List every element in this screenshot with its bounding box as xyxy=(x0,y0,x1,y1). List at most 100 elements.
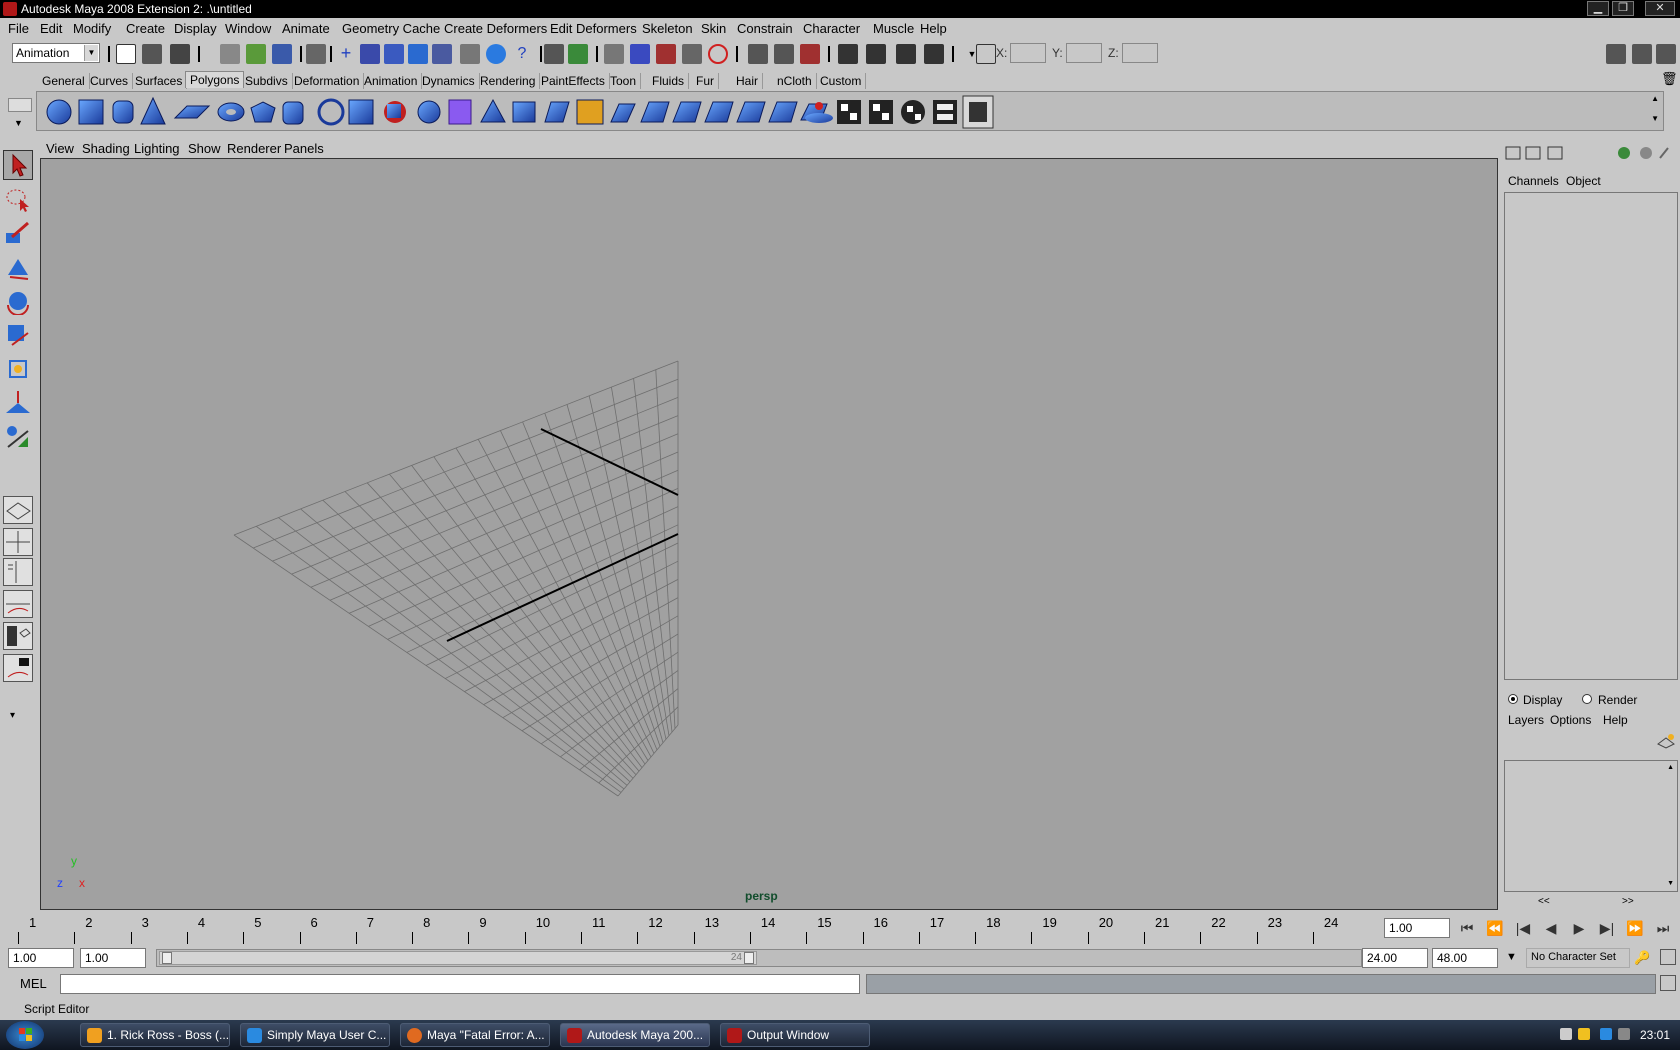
shelf-tab-painteffects[interactable]: PaintEffects xyxy=(537,73,610,89)
menu-animate[interactable]: Animate xyxy=(282,21,330,36)
go-to-end-button[interactable]: ⏭ xyxy=(1652,917,1674,939)
select-by-object-icon[interactable] xyxy=(246,44,266,64)
pin-icon[interactable] xyxy=(1659,147,1669,159)
playback-end-field[interactable]: 24.00 xyxy=(1362,948,1428,968)
construction-history-icon[interactable] xyxy=(800,44,820,64)
layers-menu-options[interactable]: Options xyxy=(1550,713,1591,727)
play-backwards-button[interactable]: ◀ xyxy=(1540,917,1562,939)
chamfer-icon[interactable] xyxy=(736,101,766,123)
shelf-tab-polygons[interactable]: Polygons xyxy=(185,71,245,88)
extrude-icon[interactable] xyxy=(512,101,536,123)
shelf-tab-animation[interactable]: Animation xyxy=(360,73,423,89)
select-handles-icon[interactable]: + xyxy=(336,44,356,64)
animation-start-field[interactable]: 1.00 xyxy=(8,948,74,968)
poly-cone-icon[interactable] xyxy=(140,96,166,125)
tool-settings-layout-icon[interactable] xyxy=(1547,146,1563,160)
render-settings-icon[interactable] xyxy=(924,44,944,64)
shelf-tab-ncloth[interactable]: nCloth xyxy=(773,73,817,89)
channel-list[interactable] xyxy=(1504,192,1678,680)
menu-edit-deformers[interactable]: Edit Deformers xyxy=(550,21,637,36)
layer-scroll-left-button[interactable]: << xyxy=(1538,896,1550,907)
four-view-layout-button[interactable] xyxy=(3,528,33,556)
select-dynamics-icon[interactable] xyxy=(460,44,480,64)
select-rendering-icon[interactable] xyxy=(486,44,506,64)
render-radio[interactable] xyxy=(1582,694,1592,704)
insert-edge-loop-icon[interactable] xyxy=(640,101,670,123)
spherical-mapping-icon[interactable] xyxy=(901,100,925,124)
shelf-tab-general[interactable]: General xyxy=(38,73,90,89)
tray-alert-icon[interactable] xyxy=(1578,1028,1590,1040)
select-deformations-icon[interactable] xyxy=(432,44,452,64)
perspective-viewport[interactable]: y z x persp xyxy=(40,158,1498,910)
render-view-icon[interactable] xyxy=(838,44,858,64)
channel-box-layout-icon[interactable] xyxy=(1505,146,1521,160)
render-current-frame-icon[interactable] xyxy=(866,44,886,64)
x-field[interactable] xyxy=(1010,43,1046,63)
select-by-hierarchy-icon[interactable] xyxy=(220,44,240,64)
panel-menu-shading[interactable]: Shading xyxy=(82,141,130,156)
playback-start-field[interactable]: 1.00 xyxy=(80,948,146,968)
script-editor-icon[interactable] xyxy=(1660,975,1676,991)
shelf-tab-dynamics[interactable]: Dynamics xyxy=(418,73,480,89)
poly-platonic-icon[interactable] xyxy=(384,101,406,123)
step-back-key-button[interactable]: ⏪ xyxy=(1484,917,1506,939)
shelf-menu-chevron-icon[interactable]: ▼ xyxy=(14,118,23,128)
append-polygon-icon[interactable] xyxy=(576,99,604,125)
new-scene-icon[interactable] xyxy=(116,44,136,64)
snap-to-curves-icon[interactable] xyxy=(630,44,650,64)
offset-edge-loop-icon[interactable] xyxy=(672,101,702,123)
shelf-tab-fur[interactable]: Fur xyxy=(692,73,719,89)
merge-icon[interactable] xyxy=(768,101,798,123)
select-joints-icon[interactable] xyxy=(360,44,380,64)
shelf-scroll-up-icon[interactable]: ▲ xyxy=(1651,94,1659,103)
menu-create-deformers[interactable]: Create Deformers xyxy=(444,21,547,36)
character-set-dropdown-icon[interactable]: ▼ xyxy=(1506,951,1517,963)
shelf-tab-hair[interactable]: Hair xyxy=(732,73,764,89)
smooth-icon[interactable] xyxy=(480,98,506,123)
range-bar[interactable]: 24 xyxy=(159,951,757,965)
poly-helix-icon[interactable] xyxy=(317,98,345,126)
range-track[interactable]: 24 xyxy=(156,949,1362,967)
layers-menu-help[interactable]: Help xyxy=(1603,713,1628,727)
single-perspective-layout-button[interactable] xyxy=(3,496,33,524)
rotate-tool[interactable] xyxy=(3,286,33,316)
go-to-start-button[interactable]: ⏮ xyxy=(1456,917,1478,939)
taskbar-item-music[interactable]: 1. Rick Ross - Boss (... xyxy=(80,1023,230,1047)
sphere-shade-icon[interactable] xyxy=(1640,147,1652,159)
select-surfaces-icon[interactable] xyxy=(408,44,428,64)
command-language-label[interactable]: MEL xyxy=(20,976,47,991)
y-field[interactable] xyxy=(1066,43,1102,63)
maximize-button[interactable]: ❐ xyxy=(1612,1,1634,16)
range-start-handle[interactable] xyxy=(162,952,172,964)
start-button[interactable] xyxy=(6,1021,44,1049)
shelf-scroll-down-icon[interactable]: ▼ xyxy=(1651,114,1659,123)
shelf-tab-custom[interactable]: Custom xyxy=(816,73,867,89)
menu-skin[interactable]: Skin xyxy=(701,21,726,36)
shelf-tab-fluids[interactable]: Fluids xyxy=(648,73,690,89)
select-misc-icon[interactable]: ? xyxy=(512,44,532,64)
taskbar-item-output-window[interactable]: Output Window xyxy=(720,1023,870,1047)
make-live-icon[interactable] xyxy=(708,44,728,64)
z-field[interactable] xyxy=(1122,43,1158,63)
step-forward-key-button[interactable]: ⏩ xyxy=(1624,917,1646,939)
channel-color-icon[interactable] xyxy=(1618,147,1630,159)
display-radio[interactable] xyxy=(1508,694,1518,704)
menu-help[interactable]: Help xyxy=(920,21,947,36)
show-attribute-editor-icon[interactable] xyxy=(1606,44,1626,64)
menu-constrain[interactable]: Constrain xyxy=(737,21,793,36)
input-connections-icon[interactable] xyxy=(748,44,768,64)
attribute-layout-icon[interactable] xyxy=(1525,146,1541,160)
trash-icon[interactable]: 🗑 xyxy=(1661,71,1678,89)
move-tool[interactable] xyxy=(3,252,33,282)
soft-modification-tool[interactable] xyxy=(3,388,33,418)
poly-cylinder-icon[interactable] xyxy=(112,100,134,124)
panel-menu-panels[interactable]: Panels xyxy=(284,141,324,156)
shelf-tab-rendering[interactable]: Rendering xyxy=(476,73,541,89)
absolute-transform-icon[interactable] xyxy=(976,44,996,64)
menu-set-select[interactable]: Animation ▼ xyxy=(12,43,100,63)
menu-edit[interactable]: Edit xyxy=(40,21,62,36)
poly-prism-icon[interactable] xyxy=(250,101,276,123)
persp-graph-layout-button[interactable] xyxy=(3,590,33,618)
poly-sphere-icon[interactable] xyxy=(46,99,72,125)
taskbar-item-firefox[interactable]: Maya "Fatal Error: A... xyxy=(400,1023,550,1047)
